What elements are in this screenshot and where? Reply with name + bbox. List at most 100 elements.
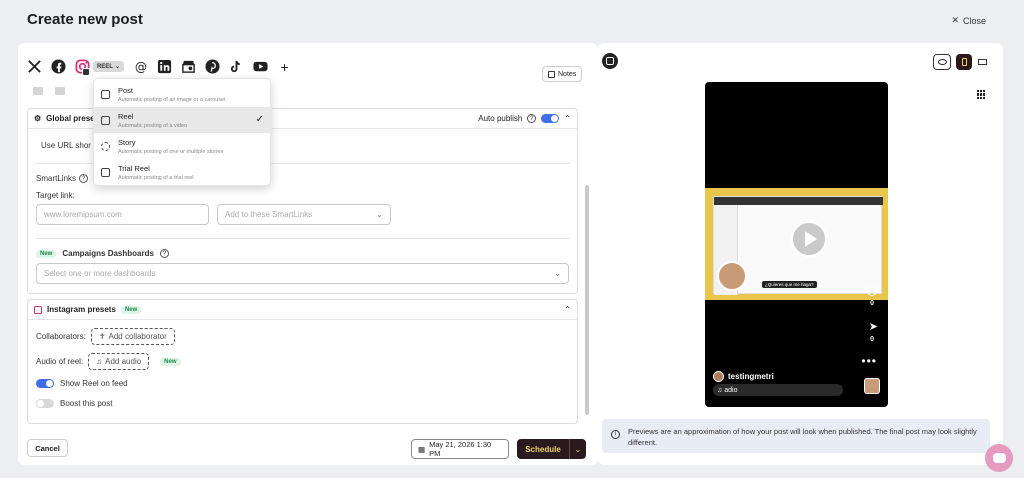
gear-icon: ⚙ xyxy=(34,114,42,123)
dropdown-item-subtitle: Automatic posting of an image or a carou… xyxy=(118,96,226,103)
editor-toolbar xyxy=(33,87,65,95)
google-business-icon[interactable] xyxy=(181,59,196,74)
dropdown-item-title: Story xyxy=(118,137,136,147)
boost-label: Boost this post xyxy=(60,399,113,408)
add-audio-label: Add audio xyxy=(105,357,142,366)
cancel-button[interactable]: Cancel xyxy=(27,439,68,457)
reel-video[interactable]: ¿Quieres que me haga? xyxy=(705,188,888,300)
dropdown-item-subtitle: Automatic posting of a trial reel xyxy=(118,174,194,181)
phone-icon xyxy=(961,58,967,66)
new-badge: New xyxy=(120,305,142,314)
notes-button[interactable]: Notes xyxy=(542,66,583,82)
caption-overlay: ¿Quieres que me haga? xyxy=(762,281,817,288)
dropdown-item-reel[interactable]: Reel Automatic posting of a video ✓ xyxy=(94,107,272,133)
collaborators-label: Collaborators: xyxy=(36,332,86,341)
auto-publish-label: Auto publish xyxy=(478,114,523,123)
audio-info: ♫ adio xyxy=(713,384,843,396)
smartlinks-label: SmartLinks xyxy=(36,174,77,183)
shares-count: 0 xyxy=(870,336,874,343)
instagram-presets-title: Instagram presets xyxy=(47,305,116,314)
url-shortener-label: Use URL shor xyxy=(41,141,91,150)
chevron-up-icon[interactable]: ⌃ xyxy=(564,305,571,314)
campaigns-select[interactable]: Select one or more dashboards ⌄ xyxy=(36,263,569,284)
audio-label: Audio of reel: xyxy=(36,357,84,366)
dropdown-item-trial-reel[interactable]: Trial Reel Automatic posting of a trial r… xyxy=(94,159,272,185)
person-icon: ✝ xyxy=(98,332,106,341)
mobile-view-button[interactable] xyxy=(956,54,972,70)
instagram-icon xyxy=(602,53,618,69)
info-icon: i xyxy=(611,430,620,439)
music-icon: ♫ xyxy=(717,386,723,394)
chevron-down-icon: ⌄ xyxy=(574,444,582,454)
likes-count: 0 xyxy=(870,300,874,307)
scrollbar[interactable] xyxy=(585,185,589,415)
chat-icon xyxy=(992,453,1006,463)
chevron-down-icon: ⌄ xyxy=(554,269,561,278)
audio-name: adio xyxy=(724,386,738,394)
instagram-presets-card: Instagram presets New ⌃ Collaborators: ✝… xyxy=(27,299,578,424)
instagram-presets-header[interactable]: Instagram presets New ⌃ xyxy=(28,300,577,320)
instagram-selector[interactable]: REEL ⌄ xyxy=(75,59,125,76)
add-audio-button[interactable]: ♫ Add audio xyxy=(88,353,150,370)
preview-eye-button[interactable] xyxy=(933,54,951,70)
boost-toggle[interactable] xyxy=(36,399,54,408)
presenter-avatar xyxy=(717,261,747,291)
target-link-label: Target link: xyxy=(36,191,75,200)
video-frame: ¿Quieres que me haga? xyxy=(713,196,883,295)
notes-icon xyxy=(548,70,555,78)
divider xyxy=(36,238,570,239)
post-type-dropdown: Post Automatic posting of an image or a c… xyxy=(93,78,272,186)
schedule-button[interactable]: Schedule xyxy=(517,439,569,459)
folder-icon[interactable] xyxy=(55,87,65,95)
calendar-icon: ▦ xyxy=(418,444,426,454)
dropdown-item-story[interactable]: Story Automatic posting of one or multipl… xyxy=(94,133,272,159)
chevron-down-icon: ⌄ xyxy=(115,64,121,70)
target-link-input[interactable]: www.loremipsum.com xyxy=(36,204,209,225)
global-presets-title: Global preset xyxy=(46,114,98,123)
campaigns-label: Campaigns Dashboards xyxy=(62,249,154,258)
desktop-view-button[interactable] xyxy=(975,56,989,68)
auto-publish-toggle[interactable] xyxy=(541,114,560,123)
show-reel-toggle[interactable] xyxy=(36,379,54,388)
chat-support-button[interactable] xyxy=(985,444,1013,472)
post-type-label: REEL xyxy=(97,63,114,70)
grid-icon xyxy=(101,89,110,99)
media-icon[interactable] xyxy=(33,87,43,95)
schedule-options-button[interactable]: ⌄ xyxy=(569,439,586,459)
grid-view-icon[interactable] xyxy=(977,90,986,99)
audio-cover-icon xyxy=(864,378,880,394)
close-button[interactable]: ✕ Close xyxy=(951,15,986,26)
help-icon: ? xyxy=(159,249,169,258)
story-icon xyxy=(101,141,110,151)
dropdown-item-title: Post xyxy=(118,85,134,95)
play-icon[interactable] xyxy=(791,221,827,257)
add-network-icon[interactable]: + xyxy=(277,59,292,75)
share-icon: ➤ xyxy=(868,321,878,333)
dropdown-item-post[interactable]: Post Automatic posting of an image or a c… xyxy=(94,81,272,107)
schedule-date-button[interactable]: ▦ May 21, 2026 1:30 PM xyxy=(411,439,509,459)
tiktok-icon[interactable] xyxy=(229,59,244,74)
linkedin-icon[interactable] xyxy=(157,59,172,74)
add-collaborator-button[interactable]: ✝ Add collaborator xyxy=(90,328,175,345)
new-badge: New xyxy=(160,357,181,366)
help-icon: ? xyxy=(79,174,89,183)
more-icon: ••• xyxy=(861,354,877,368)
facebook-icon[interactable] xyxy=(51,59,66,74)
reel-badge-icon xyxy=(82,68,90,76)
music-icon: ♫ xyxy=(96,357,103,366)
comment-icon: ◯ xyxy=(865,284,878,296)
x-twitter-icon[interactable] xyxy=(27,59,42,74)
pinterest-icon[interactable] xyxy=(205,59,220,74)
instagram-icon xyxy=(34,305,42,314)
dropdown-item-title: Reel xyxy=(118,111,134,121)
reel-icon xyxy=(101,115,110,125)
threads-icon[interactable]: @ xyxy=(133,59,148,74)
youtube-icon[interactable] xyxy=(253,59,268,74)
reel-icon xyxy=(101,167,110,177)
page-title: Create new post xyxy=(27,11,143,28)
post-type-pill[interactable]: REEL ⌄ xyxy=(93,61,125,72)
smartlinks-select[interactable]: Add to these SmartLinks ⌄ xyxy=(217,204,391,225)
close-icon: ✕ xyxy=(951,15,959,25)
add-collaborator-label: Add collaborator xyxy=(108,332,167,341)
chevron-up-icon[interactable]: ⌃ xyxy=(564,114,571,123)
